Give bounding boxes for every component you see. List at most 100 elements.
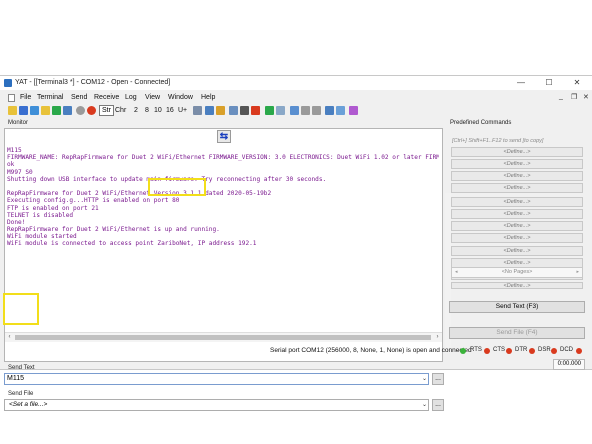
define-button-2[interactable]: <Define...>: [451, 159, 583, 169]
terminal-line: FIRMWARE_NAME: RepRapFirmware for Duet 2…: [7, 154, 439, 162]
menu-terminal[interactable]: Terminal: [37, 94, 63, 101]
terminal-line: ok: [7, 161, 15, 169]
send-text-highlight: [3, 293, 39, 325]
define-button-7[interactable]: <Define...>: [451, 221, 583, 231]
chevron-down-icon[interactable]: ⌄: [422, 400, 427, 410]
rts-label[interactable]: RTS: [470, 347, 482, 353]
mdi-minimize-button[interactable]: _: [559, 93, 563, 100]
terminal-line: RepRapFirmware for Duet 2 WiFi/Ethernet …: [7, 190, 272, 198]
new-terminal-icon[interactable]: [8, 106, 17, 115]
dtr-led-icon: [529, 348, 535, 354]
terminal-line: Executing config.g...HTTP is enabled on …: [7, 197, 180, 205]
dcd-label: DCD: [560, 347, 573, 353]
copy-icon[interactable]: [229, 106, 238, 115]
format-str-toggle[interactable]: Str: [99, 105, 114, 116]
format-unicode-toggle[interactable]: U+: [178, 107, 187, 114]
send-text-browse-button[interactable]: ...: [432, 373, 444, 385]
pages-label: <No Pages>: [501, 269, 533, 275]
send-text-input[interactable]: M115 ⌄: [4, 373, 429, 385]
menu-log[interactable]: Log: [125, 94, 137, 101]
chevron-down-icon[interactable]: ⌄: [422, 374, 427, 384]
define-button-9[interactable]: <Define...>: [451, 246, 583, 256]
menu-help[interactable]: Help: [201, 94, 215, 101]
menu-receive[interactable]: Receive: [94, 94, 119, 101]
minimize-button[interactable]: —: [510, 77, 532, 89]
find-previous-icon[interactable]: [301, 106, 310, 115]
clear-icon[interactable]: [251, 106, 260, 115]
swap-arrows-icon[interactable]: ⇆: [217, 130, 231, 143]
layout-icon[interactable]: [336, 106, 345, 115]
define-button-5[interactable]: <Define...>: [451, 197, 583, 207]
scroll-left-icon[interactable]: ‹: [5, 333, 14, 342]
open-icon[interactable]: [19, 106, 28, 115]
find-icon[interactable]: [290, 106, 299, 115]
format-10-toggle[interactable]: 10: [154, 107, 162, 114]
cts-led-icon: [506, 348, 512, 354]
define-button-4[interactable]: <Define...>: [451, 183, 583, 193]
line-mode-icon[interactable]: [205, 106, 214, 115]
chat-icon[interactable]: [325, 106, 334, 115]
title-bar: YAT - [[Terminal3 *] - COM12 - Open - Co…: [0, 76, 592, 90]
page-left-icon[interactable]: ◂: [455, 268, 458, 277]
send-text-label: Send Text: [8, 365, 35, 371]
define-button-3[interactable]: <Define...>: [451, 171, 583, 181]
log-on-icon[interactable]: [265, 106, 274, 115]
close-button[interactable]: ✕: [566, 77, 588, 89]
window-title: YAT - [[Terminal3 *] - COM12 - Open - Co…: [15, 79, 171, 86]
status-text: Serial port COM12 (256000, 8, None, 1, N…: [270, 347, 472, 354]
rts-led-icon: [484, 348, 490, 354]
menu-view[interactable]: View: [145, 94, 160, 101]
open-folder-icon[interactable]: [41, 106, 50, 115]
send-file-input[interactable]: <Set a file...> ⌄: [4, 399, 429, 411]
scroll-right-icon[interactable]: ›: [433, 333, 442, 342]
find-next-icon[interactable]: [312, 106, 321, 115]
show-eol-icon[interactable]: [216, 106, 225, 115]
document-icon: [8, 94, 15, 102]
close-port-icon[interactable]: [87, 106, 96, 115]
mdi-restore-button[interactable]: ❐: [571, 93, 577, 101]
terminal-line: Done!: [7, 218, 26, 226]
automation-icon[interactable]: [349, 106, 358, 115]
maximize-button[interactable]: ☐: [538, 77, 560, 89]
monitor-label: Monitor: [8, 120, 29, 126]
menu-window[interactable]: Window: [168, 94, 193, 101]
radix-icon[interactable]: [193, 106, 202, 115]
scroll-thumb[interactable]: [15, 335, 431, 340]
define-button-12[interactable]: <Define...>: [451, 282, 583, 289]
predefined-hint: [Ctrl+] Shift+F1..F12 to send [to copy]: [452, 138, 544, 144]
monitor-panel: ⇆ M115 FIRMWARE_NAME: RepRapFirmware for …: [4, 128, 443, 362]
define-button-6[interactable]: <Define...>: [451, 209, 583, 219]
define-button-1[interactable]: <Define...>: [451, 147, 583, 157]
terminal-line: RepRapFirmware for Duet 2 WiFi/Ethernet …: [7, 226, 220, 234]
format-8-toggle[interactable]: 8: [145, 107, 149, 114]
elapsed-timer: 0:00.000: [553, 359, 585, 370]
horizontal-scrollbar[interactable]: ‹ ›: [5, 332, 442, 342]
send-text-button[interactable]: Send Text (F3): [449, 301, 585, 313]
menu-file[interactable]: File: [20, 94, 31, 101]
mdi-close-button[interactable]: ✕: [583, 93, 589, 101]
toolbar: Str Chr 2 8 10 16 U+: [0, 105, 592, 117]
send-file-browse-button[interactable]: ...: [432, 399, 444, 411]
status-bar: Serial port COM12 (256000, 8, None, 1, N…: [0, 345, 592, 357]
save-icon[interactable]: [30, 106, 39, 115]
send-file-button[interactable]: Send File (F4): [449, 327, 585, 339]
terminal-settings-icon[interactable]: [63, 106, 72, 115]
format-2-toggle[interactable]: 2: [134, 107, 138, 114]
dtr-label[interactable]: DTR: [515, 347, 527, 353]
pages-selector[interactable]: ◂ <No Pages> ▸: [451, 267, 583, 278]
log-off-icon[interactable]: [276, 106, 285, 115]
format-chr-toggle[interactable]: Chr: [115, 107, 126, 114]
cts-label: CTS: [493, 347, 505, 353]
settings-icon[interactable]: [52, 106, 61, 115]
dsr-led-icon: [551, 348, 557, 354]
format-16-toggle[interactable]: 16: [166, 107, 174, 114]
open-port-icon[interactable]: [76, 106, 85, 115]
version-highlight: [148, 178, 206, 196]
menu-send[interactable]: Send: [71, 94, 87, 101]
define-button-8[interactable]: <Define...>: [451, 233, 583, 243]
terminal-output: M115 FIRMWARE_NAME: RepRapFirmware for Du…: [7, 147, 439, 279]
print-icon[interactable]: [240, 106, 249, 115]
connection-led-icon: [460, 348, 466, 354]
terminal-line: M997 S0: [7, 168, 33, 176]
page-right-icon[interactable]: ▸: [576, 268, 579, 277]
